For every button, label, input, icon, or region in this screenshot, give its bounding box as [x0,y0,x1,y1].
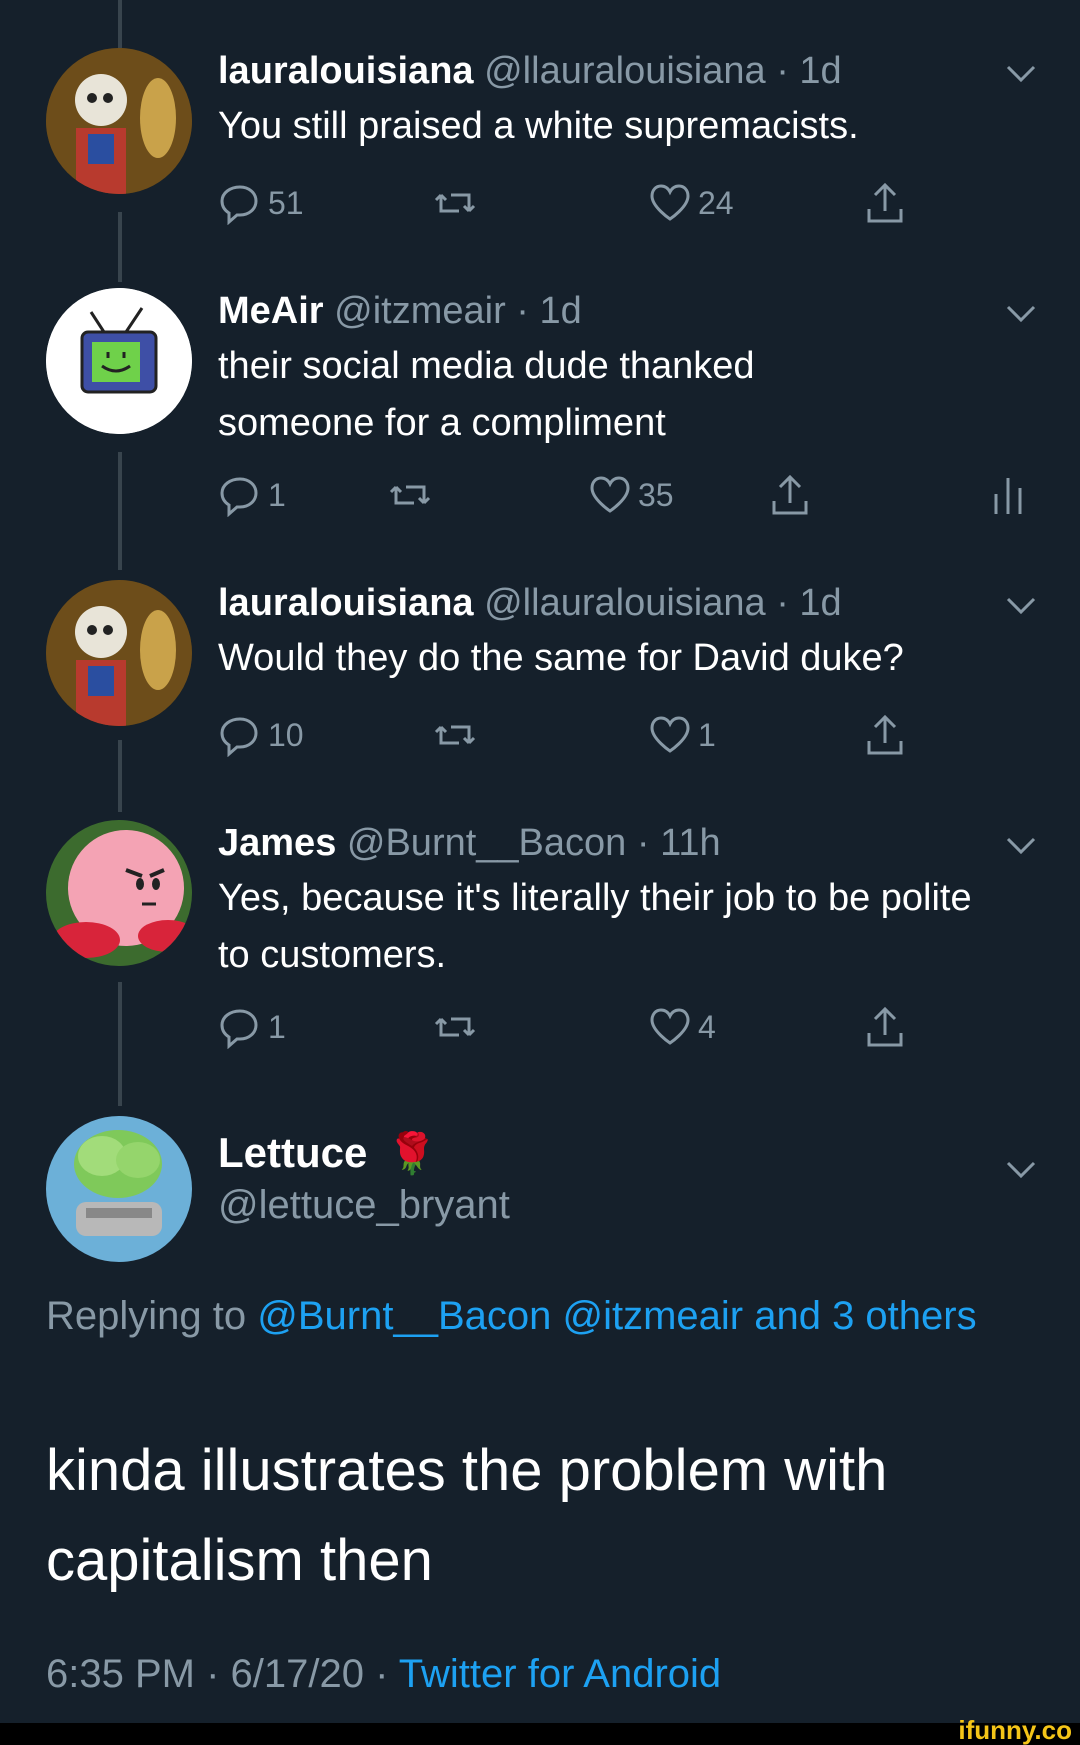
like-count: 1 [698,716,716,753]
chevron-down-icon[interactable] [1004,588,1038,622]
reply-count: 1 [268,476,286,513]
kirby-avatar-icon [46,820,192,966]
author-handle[interactable]: @itzmeair [334,290,506,332]
analytics-icon[interactable] [988,474,1028,518]
share-icon [867,1006,903,1047]
chevron-down-icon[interactable] [1004,56,1038,90]
like-count: 35 [638,476,674,513]
tweet-text: Would they do the same for David duke? [218,637,904,679]
thread-line [118,740,122,812]
author-handle[interactable]: @llauralouisiana [484,582,766,624]
watermark: ifunny.co [958,1715,1072,1745]
chevron-down-icon[interactable] [1004,1152,1038,1186]
author-name[interactable]: Lettuce [218,1129,367,1177]
author-name[interactable]: James [218,822,336,864]
author-name[interactable]: MeAir [218,290,324,332]
reply-button[interactable]: 51 [218,178,304,228]
heart-icon [650,1008,690,1045]
rose-emoji: 🌹 [387,1131,438,1176]
source-link[interactable]: Twitter for Android [399,1652,721,1696]
retweet-icon [389,485,431,505]
like-button[interactable]: 35 [588,470,674,520]
timestamp: 6:35 PM · 6/17/20 · [46,1652,389,1696]
share-button[interactable] [863,178,913,228]
author-handle[interactable]: @lettuce_bryant [218,1180,1040,1230]
like-button[interactable]: 1 [648,710,716,760]
thread-line [118,452,122,570]
retweet-icon [434,725,476,745]
footer-bar [0,1723,1080,1745]
thread-line [118,212,122,282]
main-tweet[interactable]: Lettuce 🌹 @lettuce_bryant Replying to @B… [0,1116,1080,1696]
lettuce-avatar-icon [46,1116,192,1262]
reply-icon [220,717,258,757]
avatar[interactable] [46,580,192,726]
heart-icon [590,476,630,513]
reply-count: 1 [268,1008,286,1045]
share-button[interactable] [863,1002,913,1052]
reply-button[interactable]: 1 [218,1002,286,1052]
retweet-button[interactable] [433,710,483,760]
reply-count: 10 [268,716,304,753]
tweet-time: · 1d [516,290,582,332]
reply-button[interactable]: 1 [218,470,286,520]
reply-icon [220,1009,258,1049]
retweet-button[interactable] [433,1002,483,1052]
like-button[interactable]: 24 [648,178,734,228]
share-icon [772,474,808,515]
share-icon [867,182,903,223]
main-tweet-text: kinda illustrates the problem with capit… [46,1438,888,1593]
reply-icon [220,477,258,517]
skeleton-painting-avatar-icon [46,580,192,726]
share-button[interactable] [863,710,913,760]
like-count: 24 [698,184,734,221]
avatar[interactable] [46,48,192,194]
avatar[interactable] [46,288,192,434]
reply-button[interactable]: 10 [218,710,304,760]
skeleton-painting-avatar-icon [46,48,192,194]
like-button[interactable]: 4 [648,1002,716,1052]
thread-line [118,0,122,48]
tweet-text: their social media dude thanked someone … [218,345,755,444]
author-name[interactable]: lauralouisiana [218,50,474,92]
retweet-icon [434,193,476,213]
tweet-time: · 11h [636,822,721,864]
chevron-down-icon[interactable] [1004,296,1038,330]
tweet-time: · 1d [776,582,842,624]
share-icon [867,714,903,755]
tweet-text: Yes, because it's literally their job to… [218,877,972,976]
author-name[interactable]: lauralouisiana [218,582,474,624]
author-handle[interactable]: @llauralouisiana [484,50,766,92]
tweet-text: You still praised a white supremacists. [218,105,859,147]
retweet-button[interactable] [388,470,438,520]
tv-avatar-icon [46,288,192,434]
tweet-time: · 1d [776,50,842,92]
retweet-button[interactable] [433,178,483,228]
avatar[interactable] [46,820,192,966]
reply-count: 51 [268,184,304,221]
heart-icon [650,716,690,753]
author-handle[interactable]: @Burnt__Bacon [347,822,626,864]
retweet-icon [434,1017,476,1037]
reply-icon [220,185,258,225]
replying-links[interactable]: @Burnt__Bacon @itzmeair and 3 others [257,1294,976,1338]
like-count: 4 [698,1008,716,1045]
replying-prefix: Replying to [46,1294,247,1338]
replying-to: Replying to @Burnt__Bacon @itzmeair and … [46,1286,1036,1346]
tweet-meta: 6:35 PM · 6/17/20 · Twitter for Android [46,1652,721,1697]
chevron-down-icon[interactable] [1004,828,1038,862]
heart-icon [650,184,690,221]
share-button[interactable] [768,470,818,520]
thread-line [118,982,122,1106]
avatar[interactable] [46,1116,192,1262]
